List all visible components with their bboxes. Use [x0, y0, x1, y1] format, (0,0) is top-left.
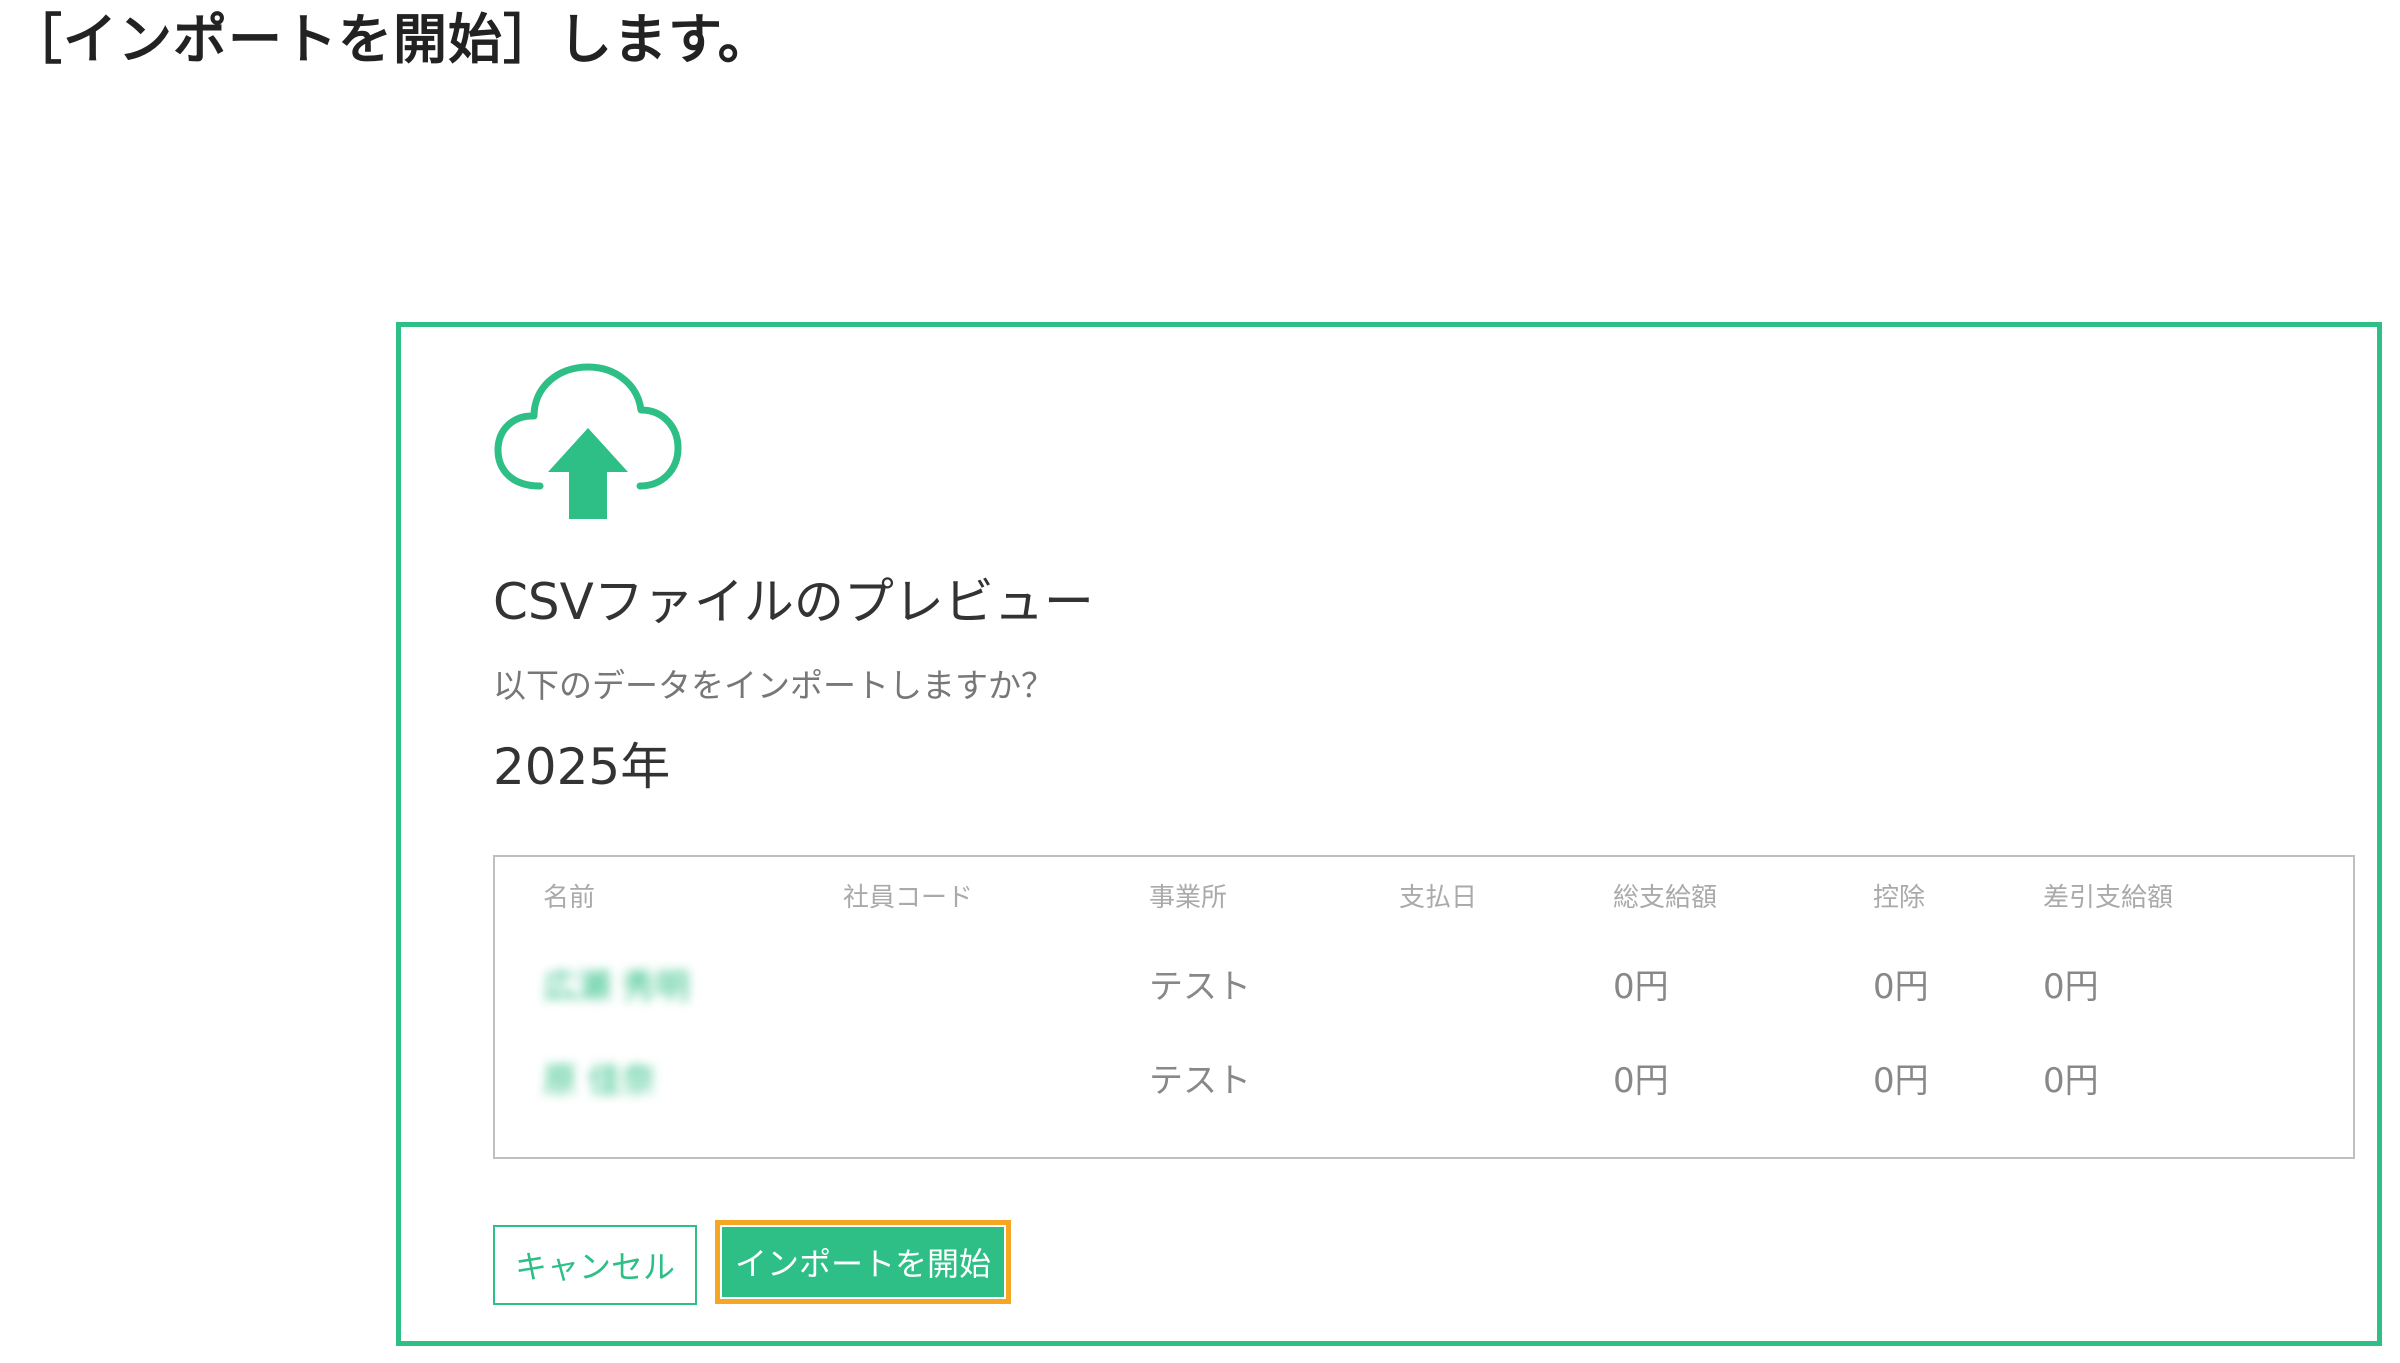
- column-header-net-pay: 差引支給額: [2043, 883, 2174, 913]
- cell-deduction: 0円: [1873, 1061, 1929, 1101]
- instruction-heading: ［インポートを開始］します。: [8, 8, 773, 71]
- preview-table: 名前 社員コード 事業所 支払日 総支給額 控除 差引支給額 広瀬 秀明 テスト…: [493, 855, 2355, 1159]
- cell-deduction: 0円: [1873, 967, 1929, 1007]
- start-import-button[interactable]: インポートを開始: [722, 1227, 1004, 1297]
- cell-net-pay: 0円: [2043, 1061, 2099, 1101]
- column-header-deduction: 控除: [1873, 883, 1926, 913]
- cell-office: テスト: [1149, 967, 1251, 1007]
- cancel-button[interactable]: キャンセル: [493, 1225, 697, 1305]
- column-header-gross-pay: 総支給額: [1613, 883, 1718, 913]
- cell-office: テスト: [1149, 1061, 1251, 1101]
- import-confirm-prompt: 以下のデータをインポートしますか？: [493, 666, 1054, 705]
- column-header-office: 事業所: [1149, 883, 1228, 913]
- column-header-name: 名前: [543, 883, 596, 913]
- import-preview-dialog: CSVファイルのプレビュー 以下のデータをインポートしますか？ 2025年 名前…: [396, 322, 2382, 1346]
- cell-gross-pay: 0円: [1613, 1061, 1669, 1101]
- cell-name: 広瀬 秀明: [543, 967, 690, 1007]
- preview-title: CSVファイルのプレビュー: [493, 573, 1094, 631]
- cloud-upload-icon: [494, 363, 682, 519]
- cell-net-pay: 0円: [2043, 967, 2099, 1007]
- cell-name: 原 佳奈: [543, 1061, 656, 1101]
- column-header-pay-date: 支払日: [1399, 883, 1478, 913]
- column-header-employee-code: 社員コード: [843, 883, 974, 913]
- cell-gross-pay: 0円: [1613, 967, 1669, 1007]
- year-label: 2025年: [493, 738, 671, 796]
